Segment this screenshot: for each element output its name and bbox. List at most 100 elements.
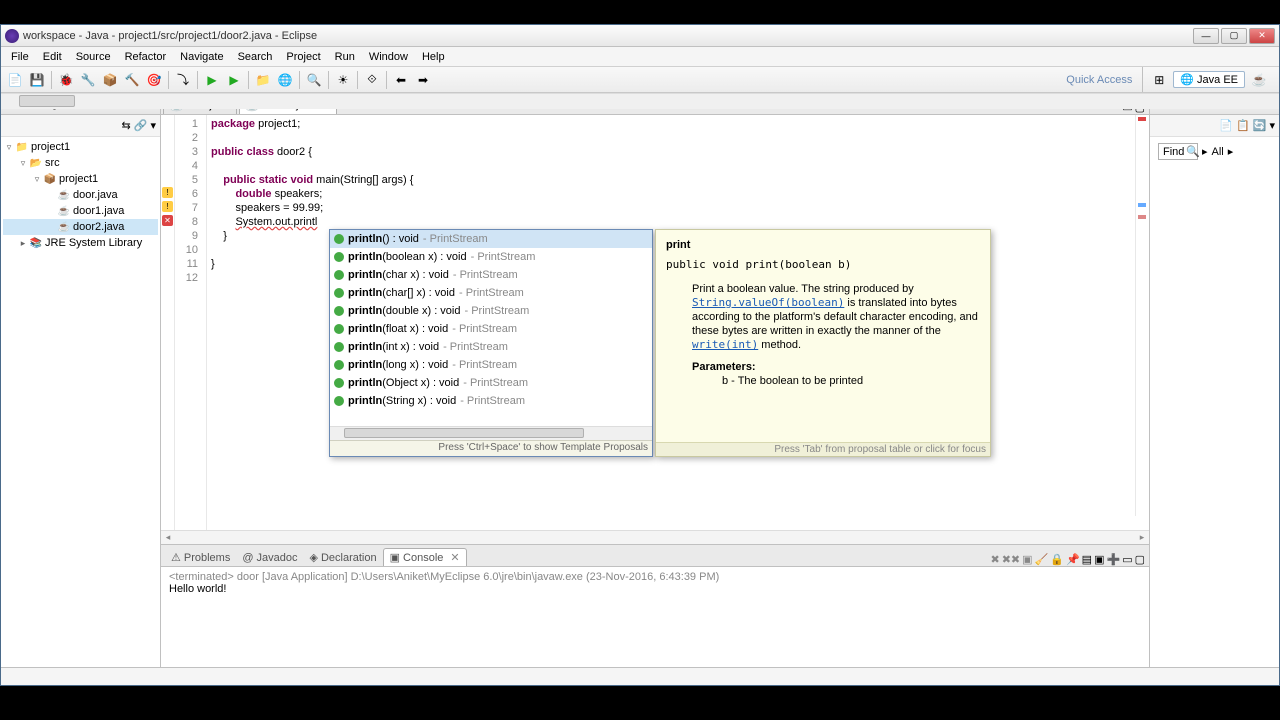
back-button[interactable]: ⬅ <box>391 70 411 90</box>
remove-launch-icon[interactable]: ✖ <box>991 553 1000 566</box>
proposal-list[interactable]: println() : void - PrintStreamprintln(bo… <box>330 230 652 426</box>
save-button[interactable]: 💾 <box>27 70 47 90</box>
tool-button[interactable]: 🔧 <box>78 70 98 90</box>
new-class-button[interactable]: 🌐 <box>275 70 295 90</box>
proposal-item[interactable]: println(float x) : void - PrintStream <box>330 320 652 338</box>
statusbar <box>1 667 1279 685</box>
terminate-icon[interactable]: ▣ <box>1022 553 1032 566</box>
proposal-item[interactable]: println(Object x) : void - PrintStream <box>330 374 652 392</box>
menu-search[interactable]: Search <box>232 49 279 65</box>
tree-src[interactable]: ▿📂src <box>3 155 158 171</box>
console-output[interactable]: <terminated> door [Java Application] D:\… <box>161 567 1149 667</box>
overview-error[interactable] <box>1138 117 1146 121</box>
javadoc-link-valueof[interactable]: String.valueOf(boolean) <box>692 296 844 309</box>
new-console-icon[interactable]: ➕ <box>1106 553 1120 566</box>
proposal-item[interactable]: println() : void - PrintStream <box>330 230 652 248</box>
menu-refactor[interactable]: Refactor <box>119 49 173 65</box>
max-bottom-icon[interactable]: ▢ <box>1135 553 1145 566</box>
code-editor[interactable]: ! ! ✕ 123456789101112 package project1; … <box>161 115 1149 530</box>
maximize-button[interactable]: ▢ <box>1221 28 1247 44</box>
proposal-item[interactable]: println(String x) : void - PrintStream <box>330 392 652 410</box>
pin-icon[interactable]: 📌 <box>1066 553 1080 566</box>
warning-marker[interactable]: ! <box>162 187 173 198</box>
scroll-lock-icon[interactable]: 🔒 <box>1050 553 1064 566</box>
line-numbers: 123456789101112 <box>175 115 207 530</box>
close-console-icon[interactable]: ✕ <box>450 551 459 564</box>
menu-source[interactable]: Source <box>70 49 117 65</box>
min-bottom-icon[interactable]: ▭ <box>1122 553 1132 566</box>
javadoc-link-write[interactable]: write(int) <box>692 338 758 351</box>
find-input[interactable]: Find 🔍 <box>1158 143 1198 160</box>
toolbar: 📄 💾 🐞 🔧 📦 🔨 🎯 ⤵ ▶ ▶ 📁 🌐 🔍 ☀ ⟐ ⬅ ➡ Quick … <box>1 67 1279 93</box>
content-assist-popup[interactable]: println() : void - PrintStreamprintln(bo… <box>329 229 653 457</box>
package-button[interactable]: 📦 <box>100 70 120 90</box>
open-console-icon[interactable]: ▣ <box>1094 553 1104 566</box>
menu-file[interactable]: File <box>5 49 35 65</box>
link-icon[interactable]: 🔗 <box>134 119 148 132</box>
warning-marker[interactable]: ! <box>162 201 173 212</box>
nav-next-icon[interactable]: ▸ <box>1228 145 1234 158</box>
error-marker[interactable]: ✕ <box>162 215 173 226</box>
menu-icon[interactable]: ▾ <box>150 119 156 132</box>
titlebar[interactable]: workspace - Java - project1/src/project1… <box>1 25 1279 47</box>
editor-hscroll[interactable]: ◂▸ <box>161 530 1149 544</box>
project-tree[interactable]: ▿📁project1 ▿📂src ▿📦project1 ☕door.java ☕… <box>1 137 160 667</box>
perspective-java[interactable]: ☕ <box>1249 70 1269 90</box>
list-icon[interactable]: 📋 <box>1236 119 1250 132</box>
tree-package[interactable]: ▿📦project1 <box>3 171 158 187</box>
new-task-icon[interactable]: 📄 <box>1219 119 1233 132</box>
collapse-icon[interactable]: ⇆ <box>122 119 131 132</box>
skip-button[interactable]: ⤵ <box>173 70 193 90</box>
sync-icon[interactable]: 🔄 <box>1253 119 1267 132</box>
menu-edit[interactable]: Edit <box>37 49 68 65</box>
proposal-item[interactable]: println(int x) : void - PrintStream <box>330 338 652 356</box>
overview-error[interactable] <box>1138 215 1146 219</box>
run-button[interactable]: ▶ <box>202 70 222 90</box>
tab-declaration[interactable]: ◈Declaration <box>304 549 383 566</box>
tab-javadoc[interactable]: @Javadoc <box>236 550 303 566</box>
proposal-item[interactable]: println(double x) : void - PrintStream <box>330 302 652 320</box>
toggle-button[interactable]: ☀ <box>333 70 353 90</box>
fwd-button[interactable]: ➡ <box>413 70 433 90</box>
debug-button[interactable]: 🐞 <box>56 70 76 90</box>
all-label[interactable]: All <box>1212 146 1224 158</box>
minimize-button[interactable]: — <box>1193 28 1219 44</box>
open-perspective-button[interactable]: ⊞ <box>1149 70 1169 90</box>
tree-file-door1[interactable]: ☕door1.java <box>3 203 158 219</box>
menu-help[interactable]: Help <box>416 49 451 65</box>
overview-info[interactable] <box>1138 203 1146 207</box>
menu-run[interactable]: Run <box>329 49 361 65</box>
target-button[interactable]: 🎯 <box>144 70 164 90</box>
close-button[interactable]: ✕ <box>1249 28 1275 44</box>
menu-project[interactable]: Project <box>280 49 326 65</box>
javadoc-popup[interactable]: print public void print(boolean b) Print… <box>655 229 991 457</box>
new-button[interactable]: 📄 <box>5 70 25 90</box>
tree-file-door2[interactable]: ☕door2.java <box>3 219 158 235</box>
run-ext-button[interactable]: ▶ <box>224 70 244 90</box>
nav-button[interactable]: ⟐ <box>362 70 382 90</box>
tree-file-door[interactable]: ☕door.java <box>3 187 158 203</box>
menu-navigate[interactable]: Navigate <box>174 49 229 65</box>
tree-jre[interactable]: ▸📚JRE System Library <box>3 235 158 251</box>
build-button[interactable]: 🔨 <box>122 70 142 90</box>
quick-access[interactable]: Quick Access <box>1058 74 1140 86</box>
clear-icon[interactable]: 🧹 <box>1035 553 1049 566</box>
window-hscroll[interactable] <box>1 93 1279 109</box>
popup-scrollbar[interactable] <box>330 426 652 440</box>
new-pkg-button[interactable]: 📁 <box>253 70 273 90</box>
menu-icon[interactable]: ▾ <box>1269 119 1275 132</box>
tab-problems[interactable]: ⚠Problems <box>165 549 236 566</box>
search-button[interactable]: 🔍 <box>304 70 324 90</box>
overview-ruler[interactable] <box>1135 115 1149 516</box>
display-icon[interactable]: ▤ <box>1082 553 1092 566</box>
tree-project[interactable]: ▿📁project1 <box>3 139 158 155</box>
menu-window[interactable]: Window <box>363 49 414 65</box>
nav-prev-icon[interactable]: ▸ <box>1202 145 1208 158</box>
tab-console[interactable]: ▣Console✕ <box>383 548 467 566</box>
proposal-item[interactable]: println(char[] x) : void - PrintStream <box>330 284 652 302</box>
proposal-item[interactable]: println(char x) : void - PrintStream <box>330 266 652 284</box>
perspective-javaee[interactable]: 🌐 Java EE <box>1173 71 1245 88</box>
proposal-item[interactable]: println(long x) : void - PrintStream <box>330 356 652 374</box>
proposal-item[interactable]: println(boolean x) : void - PrintStream <box>330 248 652 266</box>
remove-all-icon[interactable]: ✖✖ <box>1002 553 1020 566</box>
